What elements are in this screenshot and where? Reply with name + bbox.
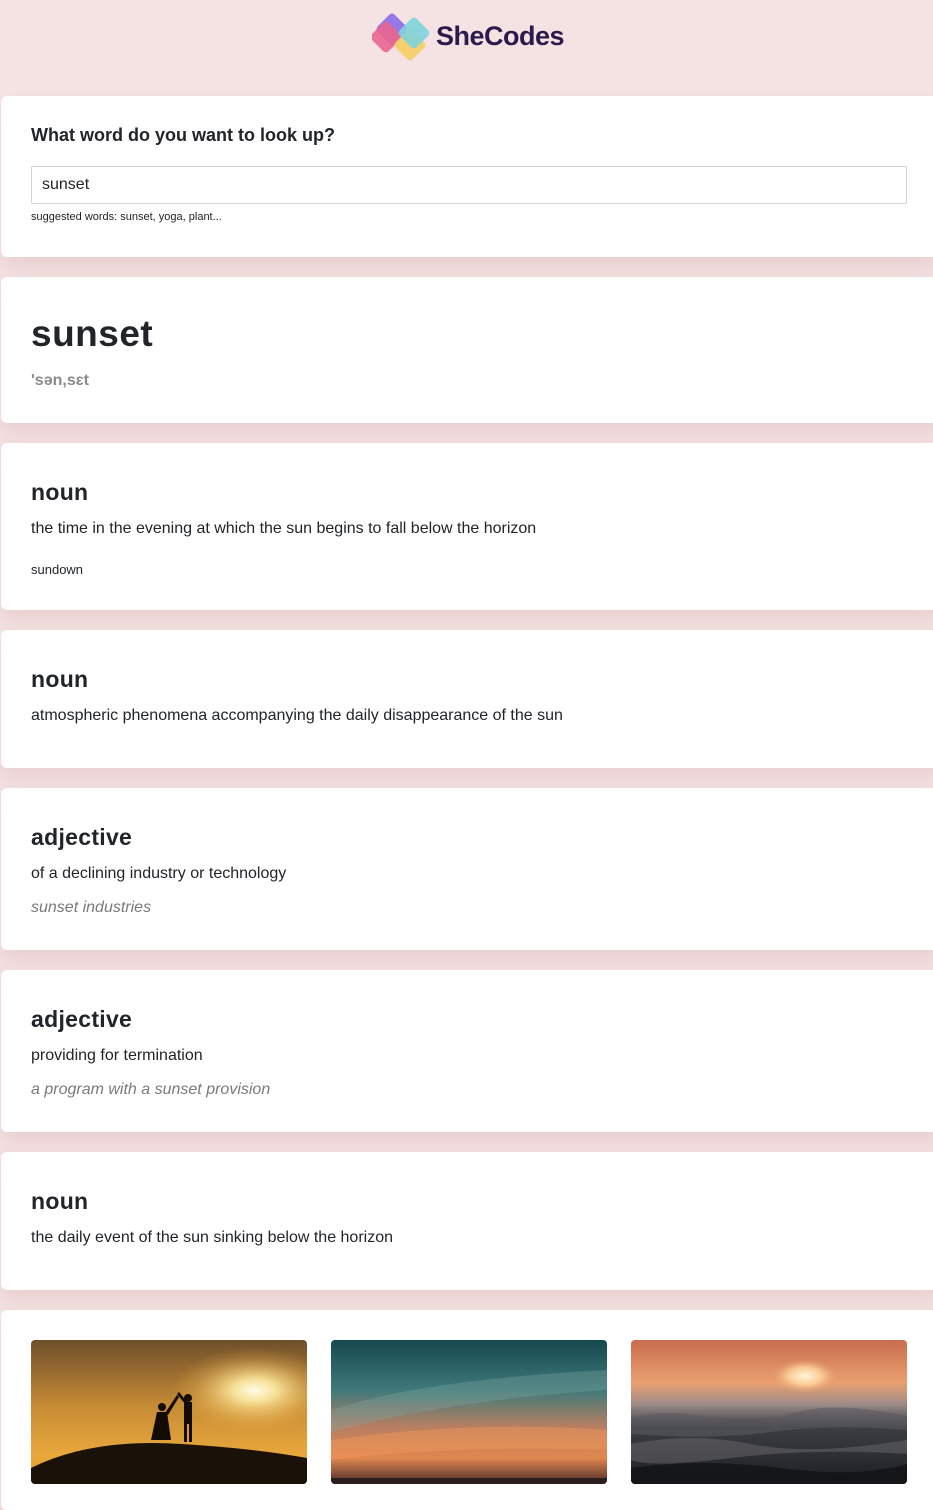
shecodes-logo-icon <box>370 9 432 67</box>
example: sunset industries <box>31 899 152 916</box>
photo-ocean-waves-sunset[interactable] <box>631 1340 907 1484</box>
synonyms: sundown <box>31 562 84 577</box>
search-input[interactable] <box>31 166 907 204</box>
part-of-speech: adjective <box>31 824 133 850</box>
search-card: What word do you want to look up? sugges… <box>1 96 933 257</box>
meaning-card: adjective providing for termination a pr… <box>1 970 933 1132</box>
part-of-speech: noun <box>31 1188 89 1214</box>
meaning-card: noun the time in the evening at which th… <box>1 443 933 610</box>
definition: the time in the evening at which the sun… <box>31 520 537 537</box>
definition: atmospheric phenomena accompanying the d… <box>31 707 563 724</box>
definition: providing for termination <box>31 1047 203 1064</box>
photo-teal-orange-sky-sunset[interactable] <box>331 1340 607 1484</box>
definition: of a declining industry or technology <box>31 865 287 882</box>
word-title: sunset <box>31 313 154 354</box>
search-title: What word do you want to look up? <box>31 125 335 145</box>
header: SheCodes <box>0 0 933 96</box>
meaning-card: noun atmospheric phenomena accompanying … <box>1 630 933 768</box>
photo-couple-silhouette-sunset[interactable] <box>31 1340 307 1484</box>
meaning-card: noun the daily event of the sun sinking … <box>1 1152 933 1290</box>
photos-card <box>1 1310 933 1510</box>
part-of-speech: noun <box>31 666 89 692</box>
meaning-card: adjective of a declining industry or tec… <box>1 788 933 950</box>
part-of-speech: adjective <box>31 1006 133 1032</box>
word-card: sunset 'sən,sɛt <box>1 277 933 423</box>
brand-name: SheCodes <box>436 20 565 51</box>
example: a program with a sunset provision <box>31 1081 271 1098</box>
phonetic-text: 'sən,sɛt <box>31 372 89 389</box>
shecodes-logo[interactable]: SheCodes <box>370 9 565 67</box>
definition: the daily event of the sun sinking below… <box>31 1229 394 1246</box>
part-of-speech: noun <box>31 479 89 505</box>
suggested-words-hint: suggested words: sunset, yoga, plant... <box>31 211 222 223</box>
